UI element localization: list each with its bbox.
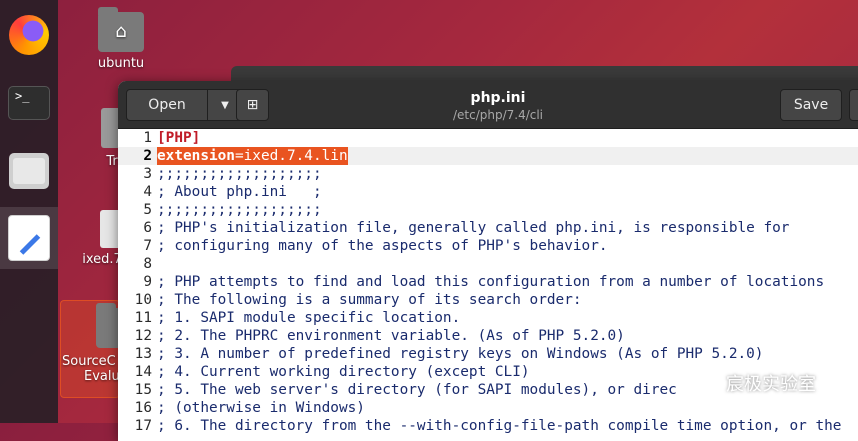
- headerbar: Open ▼ ⊞ php.ini /etc/php/7.4/cli Save: [118, 81, 858, 129]
- line-number: 3: [143, 166, 152, 182]
- line-number: 15: [134, 382, 152, 398]
- line-number: 7: [143, 238, 152, 254]
- code-line[interactable]: 11 ; 1. SAPI module specific location.: [118, 309, 858, 327]
- code-line[interactable]: 9 ; PHP attempts to find and load this co…: [118, 273, 858, 291]
- dock-terminal[interactable]: >_: [0, 80, 58, 126]
- files-icon: [9, 153, 49, 189]
- line-text: ; PHP's initialization file, generally c…: [157, 220, 790, 236]
- terminal-icon: >_: [8, 86, 50, 120]
- code-line[interactable]: 10 ; The following is a summary of its se…: [118, 291, 858, 309]
- window-subtitle: /etc/php/7.4/cli: [452, 108, 544, 122]
- desktop-icon-label: ubuntu: [97, 56, 145, 71]
- line-text: ; 1. SAPI module specific location.: [157, 310, 461, 326]
- line-number: 5: [143, 202, 152, 218]
- line-text: ; 3. A number of predefined registry key…: [157, 346, 764, 362]
- line-text: [PHP]: [157, 130, 201, 146]
- save-button-label: Save: [793, 97, 829, 113]
- line-number: 10: [134, 292, 152, 308]
- ini-value: =ixed.7.4.lin: [234, 148, 348, 164]
- desktop-icon-ubuntu[interactable]: ⌂ ubuntu: [90, 7, 152, 71]
- save-button[interactable]: Save: [780, 89, 842, 121]
- text-editor-icon: [8, 215, 50, 261]
- code-line[interactable]: 17 ; 6. The directory from the --with-con…: [118, 417, 858, 435]
- code-line[interactable]: 4 ; About php.ini ;: [118, 183, 858, 201]
- code-line[interactable]: 5;;;;;;;;;;;;;;;;;;;: [118, 201, 858, 219]
- code-line[interactable]: 8: [118, 255, 858, 273]
- code-line[interactable]: 3;;;;;;;;;;;;;;;;;;;: [118, 165, 858, 183]
- line-number: 12: [134, 328, 152, 344]
- code-line[interactable]: 1 [PHP]: [118, 129, 858, 147]
- ini-key: extension: [157, 148, 235, 164]
- line-text: ;;;;;;;;;;;;;;;;;;;: [157, 166, 322, 182]
- window-title: php.ini: [470, 90, 526, 106]
- dock-firefox[interactable]: [0, 10, 58, 60]
- code-line[interactable]: 6 ; PHP's initialization file, generally …: [118, 219, 858, 237]
- dock-files[interactable]: [0, 146, 58, 196]
- line-text: ; PHP attempts to find and load this con…: [157, 274, 825, 290]
- line-text: ; The following is a summary of its sear…: [157, 292, 582, 308]
- line-number: 8: [143, 256, 152, 272]
- watermark: 宸极实验室: [700, 370, 816, 396]
- desktop-icon-label: ixed.7: [82, 252, 122, 267]
- wechat-icon: [700, 372, 722, 394]
- line-text: ; 2. The PHPRC environment variable. (As…: [157, 328, 625, 344]
- line-number: 1: [143, 130, 152, 146]
- line-text: ; 4. Current working directory (except C…: [157, 364, 530, 380]
- code-line[interactable]: 12 ; 2. The PHPRC environment variable. (…: [118, 327, 858, 345]
- firefox-icon: [9, 15, 49, 55]
- code-line[interactable]: 16 ; (otherwise in Windows): [118, 399, 858, 417]
- code-line[interactable]: 7 ; configuring many of the aspects of PH…: [118, 237, 858, 255]
- dock: >_: [0, 0, 58, 423]
- line-number: 6: [143, 220, 152, 236]
- desktop-icon-label-2: Evalu: [84, 369, 120, 384]
- line-number: 4: [143, 184, 152, 200]
- line-text: ; configuring many of the aspects of PHP…: [157, 238, 608, 254]
- line-text: ; About php.ini ;: [157, 184, 322, 200]
- line-text: ;;;;;;;;;;;;;;;;;;;: [157, 202, 322, 218]
- line-number: 11: [134, 310, 152, 326]
- line-number: 2: [143, 148, 152, 164]
- line-number: 14: [134, 364, 152, 380]
- line-number: 13: [134, 346, 152, 362]
- dock-text-editor[interactable]: [0, 207, 58, 269]
- line-number: 16: [134, 400, 152, 416]
- code-line[interactable]: 13 ; 3. A number of predefined registry k…: [118, 345, 858, 363]
- line-number: 17: [134, 418, 152, 434]
- home-folder-icon: ⌂: [98, 7, 144, 52]
- menu-button[interactable]: [849, 89, 858, 121]
- watermark-text: 宸极实验室: [726, 374, 816, 395]
- line-text: ; (otherwise in Windows): [157, 400, 365, 416]
- desktop-icon-label: SourceC: [62, 354, 116, 369]
- title-area: php.ini /etc/php/7.4/cli: [118, 90, 858, 122]
- code-line[interactable]: 2 extension=ixed.7.4.lin: [118, 147, 858, 165]
- desktop-icon-ixed[interactable]: ixed.7: [82, 210, 130, 267]
- desktop-icon-sourceguardian[interactable]: SourceC Evalu: [62, 303, 136, 384]
- line-text: extension=ixed.7.4.lin: [157, 147, 348, 165]
- line-number: 9: [143, 274, 152, 290]
- line-text: ; 5. The web server's directory (for SAP…: [157, 382, 677, 398]
- line-text: ; 6. The directory from the --with-confi…: [157, 418, 842, 434]
